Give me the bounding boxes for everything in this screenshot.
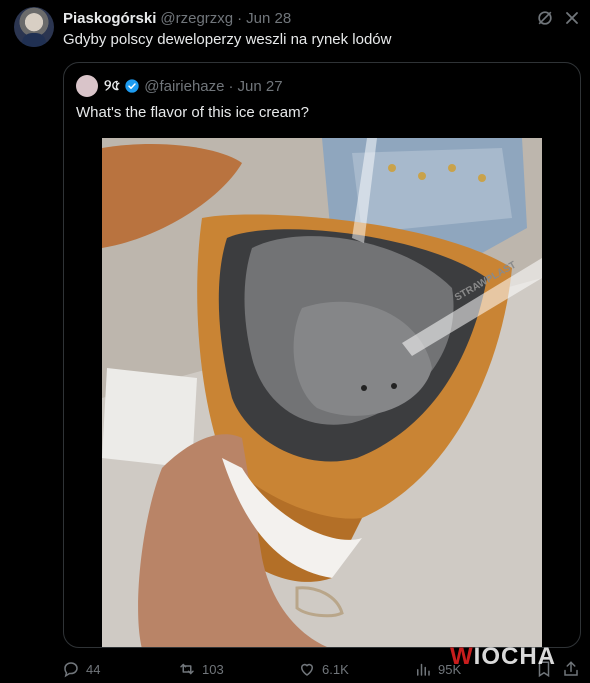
watermark-logo: WIOCHA (450, 643, 556, 671)
reply-icon (64, 662, 78, 678)
watermark-rest: IOCHA (473, 643, 556, 670)
quoted-author-handle[interactable]: @fairiehaze (144, 78, 224, 95)
quoted-author-name[interactable]: ୨৫ (104, 74, 121, 99)
separator: · (237, 9, 243, 27)
quoted-header: ୨৫ @fairiehaze · Jun 27 (104, 76, 283, 96)
repost-icon (180, 663, 194, 675)
quoted-avatar[interactable] (76, 75, 98, 97)
repost-count: 103 (202, 661, 224, 677)
author-handle[interactable]: @rzegrzxg (160, 10, 233, 27)
grok-icon[interactable] (535, 8, 555, 28)
reply-button[interactable]: 44 (62, 660, 100, 678)
ice-cream-photo[interactable]: STRAWPLAST (102, 138, 542, 647)
like-count: 6.1K (322, 661, 349, 677)
heart-icon (300, 663, 314, 676)
tweet[interactable]: Piaskogórski @rzegrzxg · Jun 28 Gdyby po… (0, 0, 590, 683)
quoted-tweet[interactable]: ୨৫ @fairiehaze · Jun 27 What's the flavo… (63, 62, 581, 648)
quoted-date[interactable]: Jun 27 (238, 78, 283, 95)
quoted-separator: · (228, 77, 234, 95)
tweet-header: Piaskogórski @rzegrzxg · Jun 28 (63, 8, 291, 28)
watermark-w: W (450, 643, 474, 670)
author-name[interactable]: Piaskogórski (63, 10, 156, 27)
more-icon[interactable] (562, 8, 582, 28)
avatar[interactable] (14, 7, 54, 47)
repost-button[interactable]: 103 (178, 660, 224, 678)
share-icon[interactable] (562, 660, 580, 678)
tweet-text: Gdyby polscy deweloperzy weszli na rynek… (63, 31, 392, 48)
reply-count: 44 (86, 661, 101, 677)
tweet-date[interactable]: Jun 28 (246, 10, 291, 27)
verified-badge-icon (125, 79, 139, 93)
quoted-text: What's the flavor of this ice cream? (76, 104, 309, 121)
views-icon (417, 663, 430, 676)
like-button[interactable]: 6.1K (298, 660, 349, 678)
